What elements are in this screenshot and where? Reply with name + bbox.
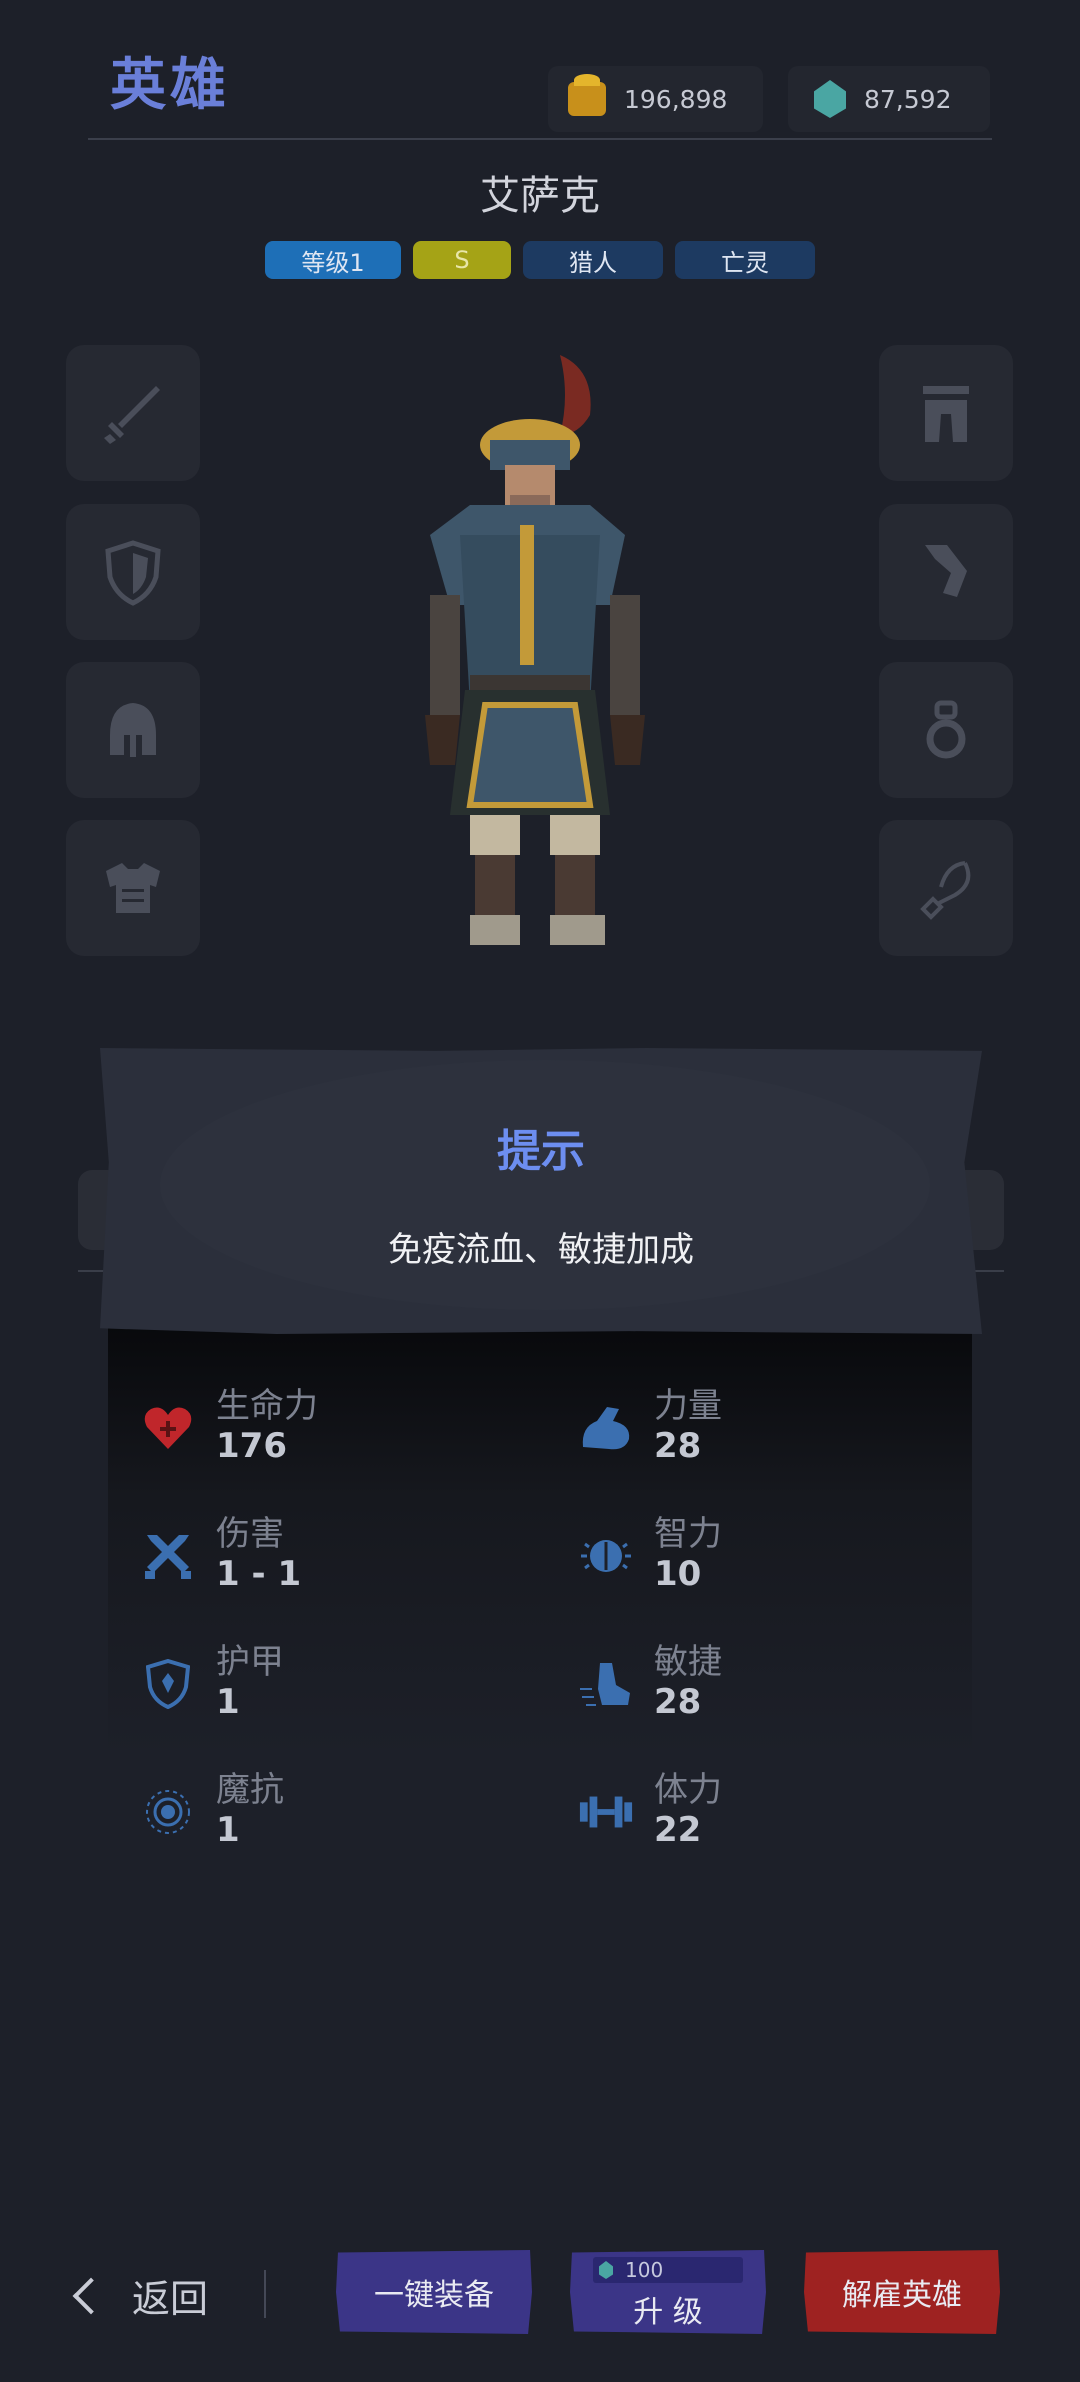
helmet-icon <box>110 703 156 757</box>
stat-value: 176 <box>216 1426 287 1466</box>
stat-label: 敏捷 <box>654 1642 722 1682</box>
stat-damage: 伤害 1 - 1 <box>140 1506 520 1616</box>
race-badge: 亡灵 <box>675 241 815 279</box>
footer-divider <box>264 2270 266 2318</box>
sword-icon <box>104 386 160 444</box>
upgrade-label: 升 级 <box>633 2295 703 2330</box>
gem-counter[interactable]: 87,592 <box>788 66 990 132</box>
shield-icon <box>140 1656 196 1712</box>
ring-slot[interactable] <box>879 662 1013 798</box>
stat-value: 28 <box>654 1426 702 1466</box>
stat-armor: 护甲 1 <box>140 1634 520 1744</box>
tip-message: 免疫流血、敏捷加成 <box>388 1230 694 1270</box>
chevron-left-icon <box>72 2277 110 2314</box>
stat-label: 生命力 <box>216 1386 318 1426</box>
gem-icon <box>814 80 846 118</box>
stat-value: 1 - 1 <box>216 1554 302 1594</box>
magic-resist-icon <box>140 1784 196 1840</box>
tip-title: 提示 <box>497 1126 585 1177</box>
pants-slot[interactable] <box>879 345 1013 481</box>
stat-label: 力量 <box>654 1386 722 1426</box>
tip-dialog-glow <box>160 1060 930 1310</box>
amulet-slot[interactable] <box>879 820 1013 956</box>
stat-agility: 敏捷 28 <box>578 1634 958 1744</box>
hero-character-image <box>425 355 645 945</box>
armor-slot[interactable] <box>66 820 200 956</box>
crossed-swords-icon <box>140 1528 196 1584</box>
dismiss-hero-button[interactable]: 解雇英雄 <box>804 2250 1000 2334</box>
page-title: 英雄 <box>110 53 230 118</box>
equip-all-button[interactable]: 一键装备 <box>336 2250 532 2334</box>
stat-label: 魔抗 <box>216 1770 284 1810</box>
stat-label: 护甲 <box>216 1642 284 1682</box>
muscle-icon <box>578 1400 634 1456</box>
stat-value: 1 <box>216 1682 240 1722</box>
weapon-slot[interactable] <box>66 345 200 481</box>
header-divider <box>88 138 992 140</box>
boot-icon <box>578 1656 634 1712</box>
shield-icon <box>105 540 161 606</box>
brain-icon <box>578 1528 634 1584</box>
upgrade-cost-value: 100 <box>625 2258 664 2282</box>
dumbbell-icon <box>578 1784 634 1840</box>
boots-icon <box>925 545 967 597</box>
armor-icon <box>106 863 160 913</box>
gold-coins-icon <box>568 74 606 116</box>
dismiss-hero-label: 解雇英雄 <box>842 2278 962 2313</box>
amulet-icon <box>920 861 971 920</box>
stat-value: 1 <box>216 1810 240 1850</box>
stat-intelligence: 智力 10 <box>578 1506 958 1616</box>
upgrade-button[interactable]: 100 升 级 <box>570 2250 766 2334</box>
gold-value: 196,898 <box>624 84 728 114</box>
stat-value: 22 <box>654 1810 702 1850</box>
back-button[interactable]: 返回 <box>72 2268 209 2323</box>
stat-magic-resist: 魔抗 1 <box>140 1762 520 1872</box>
gem-value: 87,592 <box>864 84 952 114</box>
stat-value: 28 <box>654 1682 702 1722</box>
level-badge: 等级1 <box>265 241 401 279</box>
pants-icon <box>923 386 969 442</box>
upgrade-cost: 100 <box>593 2257 743 2283</box>
hero-name: 艾萨克 <box>480 173 600 219</box>
equip-all-label: 一键装备 <box>374 2278 494 2313</box>
gem-icon <box>599 2261 613 2279</box>
stat-label: 体力 <box>654 1770 722 1810</box>
boots-slot[interactable] <box>879 504 1013 640</box>
class-badge: 猎人 <box>523 241 663 279</box>
hero-tags: 等级1 S 猎人 亡灵 <box>265 241 815 279</box>
heart-icon <box>140 1400 196 1456</box>
stat-label: 伤害 <box>216 1514 284 1554</box>
stat-strength: 力量 28 <box>578 1378 958 1488</box>
back-label: 返回 <box>132 2277 209 2321</box>
helmet-slot[interactable] <box>66 662 200 798</box>
rank-badge: S <box>413 241 511 279</box>
stat-health: 生命力 176 <box>140 1378 520 1488</box>
gold-counter[interactable]: 196,898 <box>548 66 763 132</box>
stat-label: 智力 <box>654 1514 722 1554</box>
ring-icon <box>926 700 966 759</box>
stat-stamina: 体力 22 <box>578 1762 958 1872</box>
shield-slot[interactable] <box>66 504 200 640</box>
stat-value: 10 <box>654 1554 702 1594</box>
